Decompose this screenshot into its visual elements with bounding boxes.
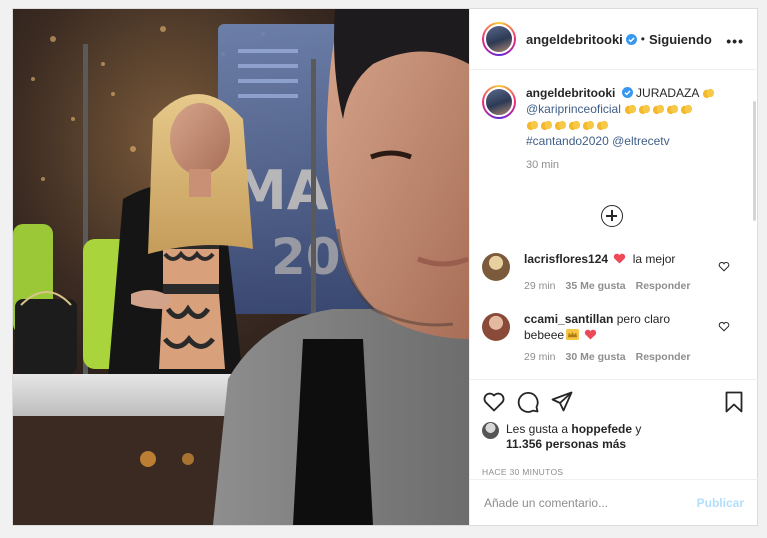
- clap-emoji-row-3: [526, 118, 610, 132]
- heart-icon[interactable]: [718, 321, 730, 332]
- clap-emoji-icon: [681, 104, 693, 115]
- author-avatar[interactable]: [482, 22, 516, 56]
- caption-mention[interactable]: @kariprinceoficial: [526, 102, 621, 116]
- clap-emoji-icon: [702, 88, 715, 99]
- clap-emoji-icon: [625, 104, 637, 115]
- clap-emoji-icon: [639, 104, 651, 115]
- comment-body: ccami_santillan pero claro bebeee 29 min…: [524, 311, 720, 365]
- post-photo-illustration: MA 20: [13, 9, 469, 525]
- clap-emoji-icon: [554, 120, 567, 131]
- comment-item: ccami_santillan pero claro bebeee 29 min…: [482, 311, 746, 365]
- red-heart-emoji-icon: [614, 253, 626, 264]
- comment-username[interactable]: lacrisflores124: [524, 252, 608, 266]
- comment-input[interactable]: Añade un comentario...: [484, 496, 608, 510]
- likes-joiner: y: [635, 422, 642, 436]
- liker-username[interactable]: hoppefede: [571, 422, 632, 436]
- likes-prefix: Les gusta a: [506, 422, 569, 436]
- post-timestamp[interactable]: HACE 30 MINUTOS: [482, 467, 563, 477]
- bookmark-icon[interactable]: [722, 390, 746, 414]
- caption-headline: JURADAZA: [636, 86, 699, 100]
- clap-emoji-icon: [582, 120, 595, 131]
- comment-meta: 29 min 30 Me gusta Responder: [524, 349, 720, 365]
- more-options-icon[interactable]: •••: [726, 33, 744, 49]
- likes-count[interactable]: 11.356 personas más: [506, 437, 626, 451]
- caption-timestamp[interactable]: 30 min: [526, 157, 738, 173]
- comments-scrollbar[interactable]: [753, 101, 756, 221]
- comment-body: lacrisflores124 la mejor 29 min 35 Me gu…: [524, 251, 720, 294]
- comment-text: la mejor: [632, 252, 676, 266]
- comment-icon[interactable]: [516, 390, 540, 414]
- following-button[interactable]: Siguiendo: [649, 32, 712, 47]
- comment-likes[interactable]: 35 Me gusta: [566, 278, 626, 294]
- add-comment-bar: Añade un comentario... Publicar: [470, 479, 758, 525]
- comment-username[interactable]: ccami_santillan: [524, 312, 613, 326]
- share-icon[interactable]: [550, 390, 574, 414]
- comment-text-continued: bebeee: [524, 328, 565, 342]
- comment-time[interactable]: 29 min: [524, 349, 556, 365]
- clap-emoji-icon: [540, 120, 553, 131]
- post-actions: Les gusta a hoppefede y 11.356 personas …: [470, 379, 758, 479]
- clap-emoji-icon: [653, 104, 665, 115]
- action-icons-bar: [482, 390, 746, 414]
- liker-avatar[interactable]: [482, 422, 499, 439]
- publish-button[interactable]: Publicar: [697, 496, 744, 510]
- svg-text:20: 20: [271, 228, 341, 286]
- caption-text: angeldebritooki JURADAZA @kariprinceofic…: [526, 85, 738, 173]
- heart-icon[interactable]: [482, 390, 506, 414]
- clap-emoji-row-2: [624, 102, 694, 116]
- verified-badge-icon: [625, 33, 637, 45]
- caption-hashtag[interactable]: #cantando2020: [526, 134, 609, 148]
- comment-reply-button[interactable]: Responder: [636, 278, 691, 294]
- comment-likes[interactable]: 30 Me gusta: [566, 349, 626, 365]
- caption-username[interactable]: angeldebritooki: [526, 86, 615, 100]
- commenter-avatar[interactable]: [482, 253, 510, 281]
- comment-reply-button[interactable]: Responder: [636, 349, 691, 365]
- clap-emoji-icon: [596, 120, 609, 131]
- author-username[interactable]: angeldebritooki: [526, 32, 623, 47]
- comment-time[interactable]: 29 min: [524, 278, 556, 294]
- clap-emoji-icon: [526, 120, 539, 131]
- crown-emoji-icon: [566, 329, 579, 340]
- clap-emoji-icon: [568, 120, 581, 131]
- post-photo[interactable]: MA 20: [13, 9, 469, 525]
- clap-emoji-icon: [667, 104, 679, 115]
- caption-author-avatar[interactable]: [482, 85, 516, 119]
- caption-mention-2[interactable]: @eltrecetv: [612, 134, 670, 148]
- likes-text: Les gusta a hoppefede y 11.356 personas …: [506, 422, 641, 452]
- post-caption: angeldebritooki JURADAZA @kariprinceofic…: [482, 85, 744, 173]
- commenter-avatar[interactable]: [482, 313, 510, 341]
- heart-icon[interactable]: [718, 261, 730, 272]
- comment-meta: 29 min 35 Me gusta Responder: [524, 278, 720, 294]
- load-more-comments-icon[interactable]: [601, 205, 623, 227]
- comments-section[interactable]: angeldebritooki JURADAZA @kariprinceofic…: [470, 71, 758, 379]
- header-separator: •: [640, 32, 645, 46]
- red-heart-emoji-icon: [584, 329, 597, 340]
- post-sidebar: angeldebritooki • Siguiendo ••• angeldeb…: [469, 9, 758, 525]
- likes-summary: Les gusta a hoppefede y 11.356 personas …: [482, 422, 641, 452]
- comment-item: lacrisflores124 la mejor 29 min 35 Me gu…: [482, 251, 746, 294]
- comment-text: pero claro: [616, 312, 671, 326]
- instagram-post-embed: MA 20 angeldebritooki • Siguiendo ••• an…: [12, 8, 758, 526]
- verified-badge-icon: [621, 87, 633, 98]
- post-header: angeldebritooki • Siguiendo •••: [470, 9, 758, 70]
- clap-emoji-row-1: [702, 86, 716, 100]
